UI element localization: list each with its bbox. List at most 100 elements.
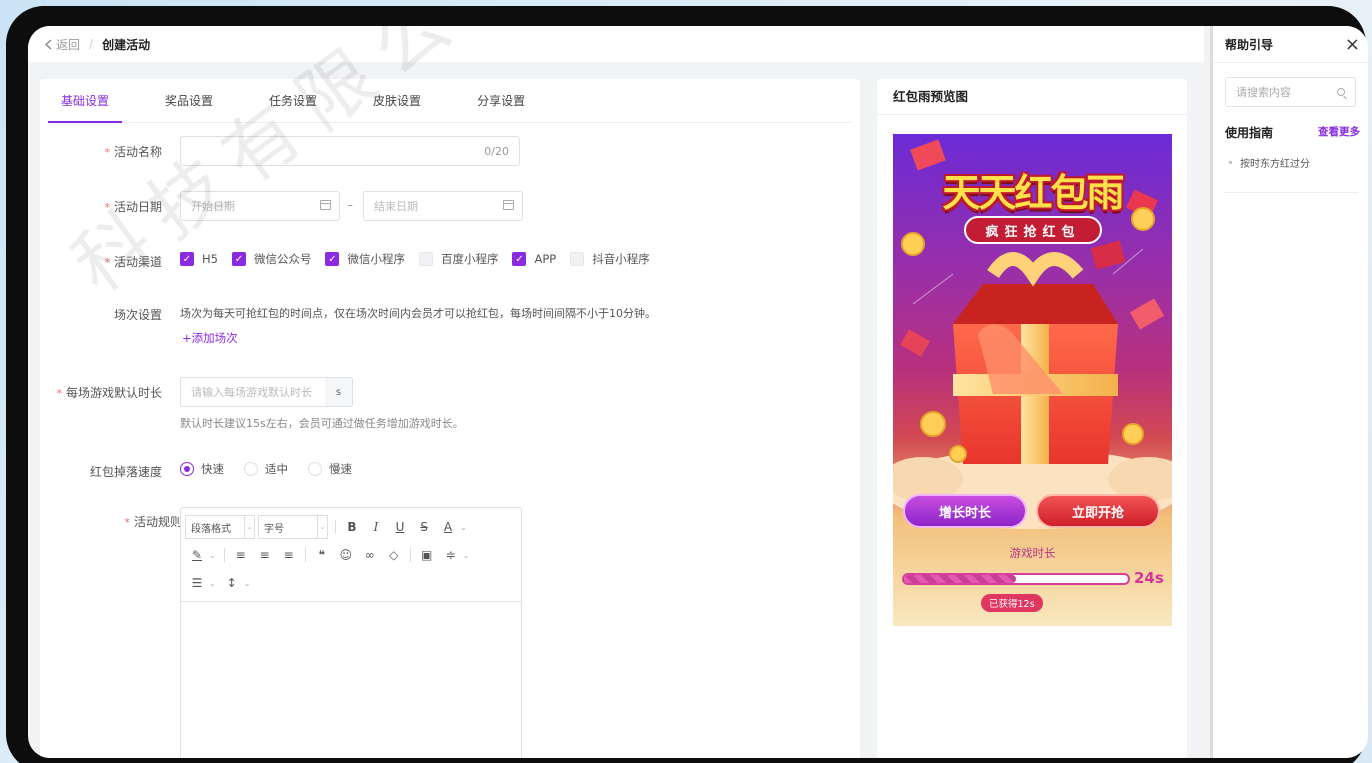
chevron-down-icon: ⌄ [317,516,327,538]
paragraph-format-select[interactable]: 段落格式 ⌄ [185,515,255,539]
speed-slow-radio[interactable]: 慢速 [308,461,352,477]
session-row: 场次设置 场次为每天可抢红包的时间点，仅在场次时间内会员才可以抢红包，每场时间间… [40,304,840,349]
checkbox-label: H5 [202,252,218,266]
game-time-label: 游戏时长 [1009,546,1056,560]
checkbox-label: 微信公众号 [253,252,312,266]
radio-label: 慢速 [329,462,352,476]
channel-wechat-official-checkbox[interactable]: ✓ 微信公众号 [231,251,312,267]
tab-prize[interactable]: 奖品设置 [152,79,226,122]
date-row: 活动日期 开始日期 – 结束日期 [40,191,840,221]
underline-icon[interactable]: U [389,520,411,534]
tab-basic[interactable]: 基础设置 [48,79,123,123]
editor-toolbar: 段落格式 ⌄ 字号 ⌄ B I U S A ⌄ ✎ ⌄ ≡ ≡ ≡ ❝ ☺ ∞ … [181,508,521,602]
breadcrumb-separator: / [89,37,94,51]
guide-item[interactable]: 按时东方红过分 [1229,155,1368,170]
indent-icon[interactable]: ☰ [186,576,208,590]
align-left-icon[interactable]: ≡ [230,548,252,562]
form-panel: 基础设置 奖品设置 任务设置 皮肤设置 分享设置 活动名称 0/20 活动日期 … [40,79,860,758]
channel-wechat-mini-checkbox[interactable]: ✓ 微信小程序 [325,251,405,267]
channel-h5-checkbox[interactable]: ✓ H5 [180,251,218,267]
duration-hint: 默认时长建议15s左右，会员可通过做任务增加游戏时长。 [180,417,464,430]
search-placeholder: 请搜索内容 [1236,86,1291,99]
highlight-icon[interactable]: ✎ [186,548,208,562]
checkbox-label: 微信小程序 [347,252,405,266]
strikethrough-icon[interactable]: S [413,520,435,534]
channel-douyin-mini-checkbox[interactable]: 抖音小程序 [570,251,650,267]
chevron-left-icon [44,38,52,50]
line-spacing-icon[interactable]: ≑ [440,548,462,562]
guide-item-label: 按时东方红过分 [1240,159,1310,170]
help-title: 帮助引导 [1225,37,1274,52]
add-session-link[interactable]: +添加场次 [182,330,238,346]
channel-row: 活动渠道 ✓ H5 ✓ 微信公众号 ✓ 微信小程序 百度小程序 ✓ APP 抖音小程序 [40,251,840,271]
channel-options: ✓ H5 ✓ 微信公众号 ✓ 微信小程序 百度小程序 ✓ APP 抖音小程序 [180,251,664,267]
checkbox-box [570,252,585,266]
select-value: 字号 [264,523,284,535]
tab-skin[interactable]: 皮肤设置 [360,79,434,122]
line-height-icon[interactable]: ↕ [221,576,243,590]
preview-title: 红包雨预览图 [877,79,1187,115]
italic-icon[interactable]: I [365,520,387,534]
close-icon[interactable]: × [1345,34,1360,55]
font-color-icon[interactable]: A [437,520,459,534]
check-icon: ✓ [180,252,194,266]
speed-label: 红包掉落速度 [89,465,162,479]
name-counter: 0/20 [484,144,509,158]
image-icon[interactable]: ▣ [416,548,438,562]
font-size-select[interactable]: 字号 ⌄ [258,515,328,539]
radio-circle [180,462,194,476]
start-date-input[interactable]: 开始日期 [180,191,340,221]
radio-circle [308,462,322,476]
emoji-icon[interactable]: ☺ [335,548,357,562]
time-progress-track [902,573,1130,585]
channel-label: 活动渠道 [104,253,162,270]
editor-content[interactable] [181,602,521,758]
time-progress-fill [904,575,1016,583]
duration-input[interactable]: 请输入每场游戏默认时长 [180,377,326,407]
bold-icon[interactable]: B [341,520,363,534]
tab-share[interactable]: 分享设置 [464,79,538,122]
earned-badge: 已获得12s [981,594,1043,612]
channel-baidu-mini-checkbox[interactable]: 百度小程序 [418,251,499,267]
game-title: 天天红包雨 [942,171,1124,215]
breadcrumb-current: 创建活动 [102,37,151,52]
align-right-icon[interactable]: ≡ [278,548,300,562]
bullet-icon [1229,161,1232,164]
extend-time-button[interactable]: 增长时长 [903,494,1027,528]
align-center-icon[interactable]: ≡ [254,548,276,562]
date-dash: – [347,198,353,212]
radio-label: 快速 [201,462,224,476]
name-row: 活动名称 0/20 [40,136,840,166]
rich-text-editor: 段落格式 ⌄ 字号 ⌄ B I U S A ⌄ ✎ ⌄ ≡ ≡ ≡ ❝ ☺ ∞ … [180,507,522,758]
eraser-icon[interactable]: ◇ [383,548,405,562]
speed-row: 红包掉落速度 快速 适中 慢速 [40,461,840,481]
checkbox-label: 百度小程序 [440,252,499,266]
channel-app-checkbox[interactable]: ✓ APP [512,251,556,267]
calendar-icon [320,200,331,210]
calendar-icon [503,200,514,210]
speed-medium-radio[interactable]: 适中 [244,461,288,477]
device-frame: 返回 / 创建活动 基础设置 奖品设置 任务设置 皮肤设置 分享设置 活动名称 … [6,6,1368,763]
duration-label: 每场游戏默认时长 [56,384,162,401]
chevron-down-icon: ⌄ [244,516,254,538]
tab-task[interactable]: 任务设置 [256,79,330,122]
link-icon[interactable]: ∞ [359,548,381,562]
preview-panel: 红包雨预览图 天天红包雨 疯狂抢红包 增长时长 立即开抢 游戏时长 24s 已获… [877,79,1187,758]
session-label: 场次设置 [113,308,162,322]
rules-label: 活动规则 [124,513,182,530]
help-search-input[interactable]: 请搜索内容 [1225,77,1356,107]
checkbox-label: 抖音小程序 [592,252,650,266]
grab-now-button[interactable]: 立即开抢 [1036,494,1160,528]
speed-fast-radio[interactable]: 快速 [180,461,224,477]
game-subtitle: 疯狂抢红包 [985,225,1081,240]
see-more-link[interactable]: 查看更多 [1318,124,1360,141]
name-input[interactable]: 0/20 [180,136,520,166]
end-date-input[interactable]: 结束日期 [363,191,523,221]
quote-icon[interactable]: ❝ [311,548,333,562]
checkbox-label: APP [534,252,557,266]
app-screen: 返回 / 创建活动 基础设置 奖品设置 任务设置 皮肤设置 分享设置 活动名称 … [28,26,1368,758]
game-preview: 天天红包雨 疯狂抢红包 增长时长 立即开抢 游戏时长 24s 已获得12s [893,134,1172,626]
back-link[interactable]: 返回 [44,36,80,53]
radio-label: 适中 [265,462,288,476]
search-icon [1337,88,1345,96]
